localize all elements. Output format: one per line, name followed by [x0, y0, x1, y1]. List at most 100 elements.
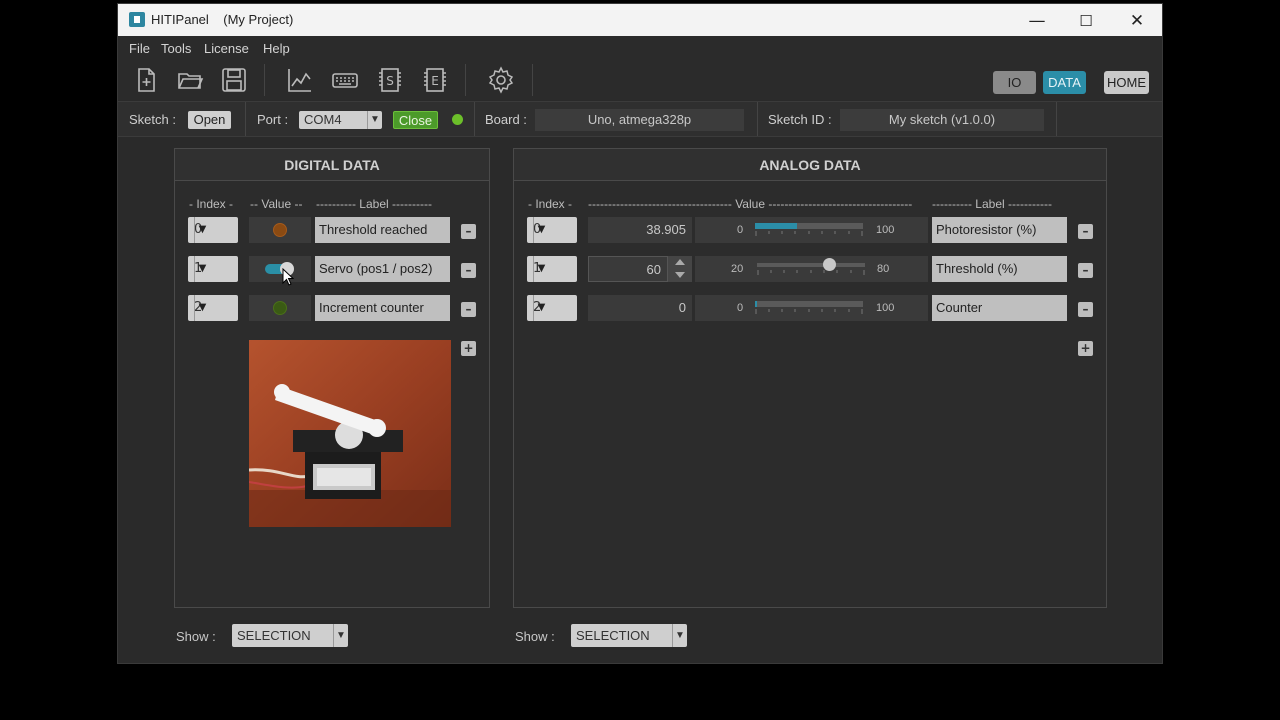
chevron-down-icon: ▼	[367, 111, 382, 129]
analog-label-field[interactable]: Threshold (%)	[932, 256, 1067, 282]
progress-fill	[755, 301, 757, 307]
chevron-down-icon: ▼	[194, 295, 210, 321]
digital-index-select[interactable]: 0 ▼	[188, 217, 238, 243]
divider	[474, 102, 475, 136]
digital-col-label: ---------- Label ----------	[316, 197, 432, 211]
digital-col-value: -- Value --	[250, 197, 303, 211]
app-name: HITIPanel	[151, 12, 209, 27]
svg-text:E: E	[431, 74, 439, 88]
analog-show-label: Show :	[515, 629, 555, 644]
digital-panel-title: DIGITAL DATA	[175, 149, 489, 181]
mode-data-button[interactable]: DATA	[1043, 71, 1086, 94]
chevron-down-icon: ▼	[333, 624, 348, 647]
minimize-button[interactable]: —	[1017, 8, 1057, 34]
remove-row-button[interactable]: –	[1078, 263, 1093, 278]
open-folder-icon[interactable]	[176, 66, 204, 94]
maximize-button[interactable]: ☐	[1066, 8, 1106, 34]
app-logo-icon	[129, 12, 145, 27]
divider	[757, 102, 758, 136]
sketch-label: Sketch :	[129, 112, 176, 127]
digital-label-field[interactable]: Threshold reached	[315, 217, 450, 243]
analog-bar-cell: 0 100	[695, 217, 928, 243]
menu-help[interactable]: Help	[263, 41, 290, 56]
chevron-down-icon: ▼	[533, 217, 549, 243]
close-window-button[interactable]: ✕	[1117, 8, 1157, 34]
digital-index-select[interactable]: 1 ▼	[188, 256, 238, 282]
menu-file[interactable]: File	[129, 41, 150, 56]
slider-max: 80	[877, 263, 890, 275]
bar-min: 0	[737, 224, 744, 236]
remove-row-button[interactable]: –	[461, 263, 476, 278]
sketch-id-field: My sketch (v1.0.0)	[840, 109, 1044, 131]
analog-index-select[interactable]: 2 ▼	[527, 295, 577, 321]
digital-label-field[interactable]: Increment counter	[315, 295, 450, 321]
spinbox-arrows[interactable]	[668, 256, 692, 282]
board-label: Board :	[485, 112, 527, 127]
mode-io-button[interactable]: IO	[993, 71, 1036, 94]
progress-fill	[755, 223, 797, 229]
bar-min: 0	[737, 302, 744, 314]
tick-marks	[757, 270, 865, 275]
progress-track	[755, 223, 863, 229]
tick-marks	[755, 231, 863, 236]
settings-gear-icon[interactable]	[487, 66, 515, 94]
toolbar-separator	[264, 64, 265, 96]
spin-down-icon[interactable]	[675, 272, 685, 278]
spin-up-icon[interactable]	[675, 259, 685, 265]
analog-data-panel: ANALOG DATA - Index - ------------------…	[513, 148, 1107, 608]
digital-data-panel: DIGITAL DATA - Index - -- Value -- -----…	[174, 148, 490, 608]
chevron-down-icon: ▼	[533, 295, 549, 321]
tick-marks	[755, 309, 863, 314]
chevron-down-icon: ▼	[533, 256, 549, 282]
analog-label-field[interactable]: Photoresistor (%)	[932, 217, 1067, 243]
digital-index-select[interactable]: 2 ▼	[188, 295, 238, 321]
keyboard-icon[interactable]	[331, 66, 359, 94]
digital-value-cell	[249, 256, 311, 286]
bar-max: 100	[876, 302, 895, 314]
analog-col-index: - Index -	[528, 197, 573, 211]
board-field: Uno, atmega328p	[535, 109, 744, 131]
mouse-cursor-icon	[282, 268, 294, 286]
toolbar-separator	[532, 64, 533, 96]
project-name: (My Project)	[223, 12, 294, 27]
sketch-s-icon[interactable]: S	[376, 66, 404, 94]
chart-icon[interactable]	[286, 66, 314, 94]
menu-bar: File Tools License Help	[118, 36, 1162, 60]
toolbar: S E IO DATA HOME	[118, 60, 1162, 100]
new-file-icon[interactable]	[132, 66, 160, 94]
digital-value-cell	[249, 295, 311, 321]
remove-row-button[interactable]: –	[461, 302, 476, 317]
menu-license[interactable]: License	[204, 41, 249, 56]
analog-panel-title: ANALOG DATA	[514, 149, 1106, 181]
port-select[interactable]: COM4 ▼	[299, 111, 382, 129]
port-close-button[interactable]: Close	[393, 111, 438, 129]
sketch-e-icon[interactable]: E	[421, 66, 449, 94]
remove-row-button[interactable]: –	[461, 224, 476, 239]
chevron-down-icon: ▼	[194, 256, 210, 282]
slider-track[interactable]	[757, 258, 865, 271]
add-row-button[interactable]: +	[1078, 341, 1093, 356]
digital-label-field[interactable]: Servo (pos1 / pos2)	[315, 256, 450, 282]
remove-row-button[interactable]: –	[1078, 302, 1093, 317]
analog-index-select[interactable]: 0 ▼	[527, 217, 577, 243]
analog-index-select[interactable]: 1 ▼	[527, 256, 577, 282]
sketch-open-button[interactable]: Open	[188, 111, 231, 129]
analog-col-label: ---------- Label -----------	[932, 197, 1052, 211]
window-title: HITIPanel (My Project)	[151, 12, 293, 27]
menu-tools[interactable]: Tools	[161, 41, 191, 56]
digital-show-select[interactable]: SELECTION ▼	[232, 624, 348, 647]
chevron-down-icon: ▼	[672, 624, 687, 647]
add-row-button[interactable]: +	[461, 341, 476, 356]
chevron-down-icon: ▼	[194, 217, 210, 243]
slider-min: 20	[731, 263, 744, 275]
toolbar-separator	[465, 64, 466, 96]
save-icon[interactable]	[220, 66, 248, 94]
servo-image	[249, 340, 451, 527]
digital-value-cell	[249, 217, 311, 243]
mode-home-button[interactable]: HOME	[1104, 71, 1149, 94]
threshold-spinbox[interactable]: 60	[588, 256, 668, 282]
remove-row-button[interactable]: –	[1078, 224, 1093, 239]
analog-show-select[interactable]: SELECTION ▼	[571, 624, 687, 647]
analog-label-field[interactable]: Counter	[932, 295, 1067, 321]
port-label: Port :	[257, 112, 289, 127]
